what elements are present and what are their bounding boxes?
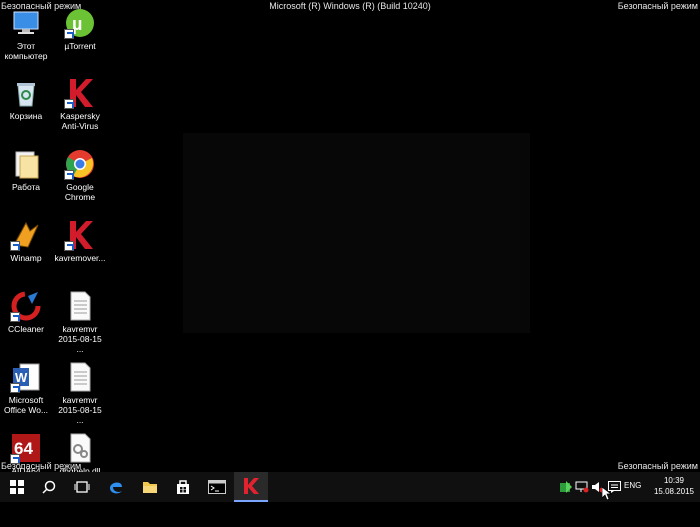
system-clock[interactable]: 10:39 15.08.2015 [650, 475, 698, 497]
desktop-icon-label: Kaspersky Anti-Virus [60, 111, 100, 131]
taskbar-edge[interactable] [99, 472, 133, 502]
text-file-icon [64, 361, 96, 393]
desktop-icon-ccleaner[interactable]: CCleaner [0, 290, 52, 334]
desktop-icon-label: kavremover... [54, 253, 106, 263]
task-view-button[interactable] [65, 472, 99, 502]
chrome-icon [64, 148, 96, 180]
tray-kaspersky[interactable] [558, 472, 574, 502]
mouse-cursor-icon [602, 487, 612, 501]
desktop-icon-label: µTorrent [64, 41, 96, 51]
shortcut-arrow-icon [64, 99, 74, 109]
safe-mode-label-bottom-right: Безопасный режим [617, 461, 698, 471]
kaspersky-tray-icon [560, 481, 572, 493]
ccleaner-icon [10, 290, 42, 322]
store-bag-icon [177, 480, 189, 494]
document-folder-icon [10, 148, 42, 180]
winamp-icon [10, 219, 42, 251]
folder-icon [143, 482, 157, 493]
shortcut-arrow-icon [10, 383, 20, 393]
desktop-icon-kavremvr-log-1[interactable]: kavremvr 2015-08-15 ... [54, 290, 106, 354]
shortcut-arrow-icon [10, 241, 20, 251]
aida64-icon: 64 [10, 432, 42, 464]
start-button[interactable] [0, 472, 34, 502]
desktop-icon-label: kavremvr 2015-08-15 ... [58, 324, 102, 354]
desktop-icon-utorrent[interactable]: µ µTorrent [54, 7, 106, 51]
desktop-icon-label: kavremvr 2015-08-15 ... [58, 395, 102, 425]
kavremover-icon [64, 219, 96, 251]
desktop-icon-label: Microsoft Office Wo... [3, 395, 49, 415]
tray-network[interactable] [574, 472, 590, 502]
text-file-icon [64, 290, 96, 322]
desktop-icon-microsoft-word[interactable]: W Microsoft Office Wo... [0, 361, 52, 415]
shortcut-arrow-icon [64, 170, 74, 180]
desktop-icon-label: Winamp [10, 253, 42, 263]
taskbar-command-prompt[interactable] [200, 472, 234, 502]
safe-mode-label-top-right: Безопасный режим [617, 1, 698, 11]
clock-time: 10:39 [663, 476, 685, 485]
desktop-icon-label: Google Chrome [64, 182, 96, 202]
desktop-icon-label: Корзина [9, 111, 43, 121]
word-document-icon: W [10, 361, 42, 393]
search-icon [42, 480, 56, 494]
computer-icon [10, 7, 42, 39]
desktop-icon-google-chrome[interactable]: Google Chrome [54, 148, 106, 202]
taskbar: ENG 10:39 15.08.2015 [0, 472, 700, 502]
safe-mode-label-bottom-left: Безопасный режим [1, 461, 82, 471]
recycle-bin-icon [10, 77, 42, 109]
shortcut-arrow-icon [64, 29, 74, 39]
desktop-icon-this-pc[interactable]: Этот компьютер [0, 7, 52, 61]
desktop-icon-winamp[interactable]: Winamp [0, 219, 52, 263]
background-shadow [183, 133, 530, 333]
shortcut-arrow-icon [10, 312, 20, 322]
desktop-icon-label: Работа [11, 182, 41, 192]
kaspersky-icon [244, 478, 259, 494]
clock-date: 15.08.2015 [653, 487, 695, 496]
task-view-icon [74, 481, 90, 493]
desktop-icon-label: CCleaner [8, 324, 44, 334]
network-disconnected-icon [575, 481, 589, 493]
kaspersky-icon [64, 77, 96, 109]
desktop-icon-label: Этот компьютер [4, 41, 48, 61]
taskbar-store[interactable] [166, 472, 200, 502]
search-button[interactable] [32, 472, 66, 502]
dll-file-icon [64, 432, 96, 464]
taskbar-file-explorer[interactable] [133, 472, 167, 502]
command-prompt-icon [208, 480, 226, 494]
windows-logo-icon [10, 480, 24, 494]
edge-browser-icon [110, 482, 122, 494]
desktop-icon-kaspersky[interactable]: Kaspersky Anti-Virus [54, 77, 106, 131]
shortcut-arrow-icon [64, 241, 74, 251]
desktop-icon-work-folder[interactable]: Работа [0, 148, 52, 192]
desktop-icon-kavremover[interactable]: kavremover... [54, 219, 106, 263]
language-indicator[interactable]: ENG [624, 481, 641, 490]
desktop-icon-kavremvr-log-2[interactable]: kavremvr 2015-08-15 ... [54, 361, 106, 425]
taskbar-kavremover[interactable] [234, 472, 268, 502]
utorrent-icon: µ [64, 7, 96, 39]
desktop-icon-recycle-bin[interactable]: Корзина [0, 77, 52, 121]
bottom-strip [0, 502, 700, 527]
